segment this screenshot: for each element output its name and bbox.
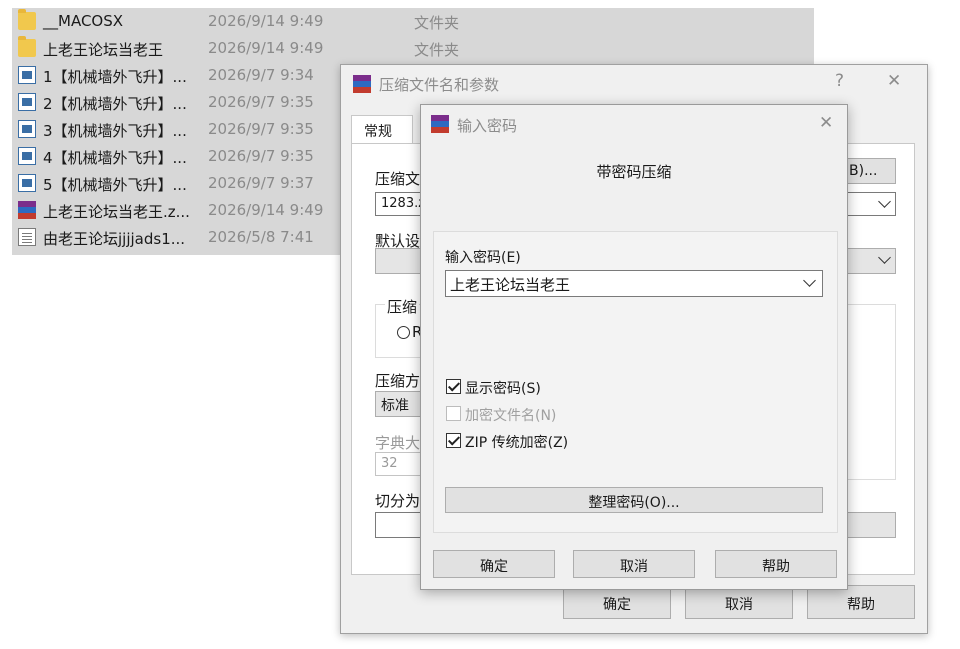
file-name: 3【机械墙外飞升】...	[43, 122, 187, 140]
encrypt-filenames-checkbox[interactable]	[446, 406, 461, 421]
file-row[interactable]: __MACOSX 2026/9/14 9:49 文件夹	[12, 8, 814, 35]
browse-button[interactable]: B)...	[846, 158, 896, 184]
document-icon	[18, 174, 36, 192]
document-icon	[18, 93, 36, 111]
document-icon	[18, 120, 36, 138]
document-icon	[18, 66, 36, 84]
password-cancel-button[interactable]: 取消	[573, 550, 695, 578]
winrar-archive-icon	[18, 201, 36, 219]
file-type: 文件夹	[414, 41, 460, 59]
password-value: 上老王论坛当老王	[450, 276, 571, 294]
organize-passwords-label: 整理密码(O)...	[588, 495, 680, 511]
file-name: __MACOSX	[43, 12, 124, 30]
file-type: 文件夹	[414, 14, 460, 32]
split-volumes-label: 切分为	[375, 492, 421, 510]
zip-legacy-encryption-label: ZIP 传统加密(Z)	[465, 435, 569, 451]
file-name: 由老王论坛jjjjads1...	[43, 230, 186, 248]
file-date: 2026/9/7 9:34	[208, 66, 314, 84]
password-label: 输入密码(E)	[445, 250, 521, 266]
split-volumes-right[interactable]	[846, 512, 896, 538]
file-name: 4【机械墙外飞升】...	[43, 149, 187, 167]
archive-dialog-titlebar: 压缩文件名和参数 ? ✕	[341, 65, 927, 99]
password-dialog-title: 输入密码	[457, 117, 518, 135]
chevron-down-icon	[878, 251, 891, 264]
password-dialog-titlebar: 输入密码 ✕	[421, 105, 847, 139]
password-help-button[interactable]: 帮助	[715, 550, 837, 578]
file-name: 2【机械墙外飞升】...	[43, 95, 187, 113]
file-date: 2026/9/7 9:35	[208, 93, 314, 111]
browse-button-label: B)...	[849, 163, 878, 179]
password-input[interactable]: 上老王论坛当老王	[445, 270, 823, 297]
text-file-icon	[18, 228, 36, 246]
archive-ok-label: 确定	[603, 597, 631, 613]
organize-passwords-button[interactable]: 整理密码(O)...	[445, 487, 823, 513]
compression-method-label: 压缩方	[375, 372, 421, 390]
help-icon[interactable]: ?	[835, 71, 844, 91]
encrypt-filenames-label: 加密文件名(N)	[465, 408, 557, 424]
show-password-checkbox[interactable]	[446, 379, 461, 394]
file-date: 2026/5/8 7:41	[208, 228, 314, 246]
folder-icon	[18, 9, 36, 30]
file-date: 2026/9/14 9:49	[208, 12, 324, 30]
password-help-label: 帮助	[762, 559, 790, 575]
format-radio[interactable]	[397, 326, 410, 339]
document-icon	[18, 147, 36, 165]
tab-general-label: 常规	[364, 124, 392, 140]
folder-icon	[18, 36, 36, 57]
archive-help-label: 帮助	[847, 597, 875, 613]
close-icon[interactable]: ✕	[887, 71, 901, 91]
archive-help-button[interactable]: 帮助	[807, 585, 915, 619]
file-name: 1【机械墙外飞升】...	[43, 68, 187, 86]
compression-method-value: 标准	[381, 398, 409, 414]
zip-legacy-encryption-checkbox[interactable]	[446, 433, 461, 448]
archive-dialog-title: 压缩文件名和参数	[379, 76, 500, 94]
dictionary-size-label: 字典大	[375, 434, 421, 452]
file-row[interactable]: 上老王论坛当老王 2026/9/14 9:49 文件夹	[12, 35, 814, 62]
file-date: 2026/9/7 9:35	[208, 120, 314, 138]
password-ok-label: 确定	[480, 559, 508, 575]
dictionary-size-value: 32	[381, 456, 398, 471]
password-ok-button[interactable]: 确定	[433, 550, 555, 578]
file-name: 5【机械墙外飞升】...	[43, 176, 187, 194]
archive-format-label: 压缩	[385, 296, 420, 317]
chevron-down-icon	[803, 274, 816, 287]
file-date: 2026/9/14 9:49	[208, 201, 324, 219]
archive-cancel-button[interactable]: 取消	[685, 585, 793, 619]
tab-general[interactable]: 常规	[351, 115, 413, 144]
password-dialog-heading: 带密码压缩	[596, 163, 672, 181]
options-group	[846, 304, 896, 480]
archive-name-value: 1283.z	[381, 196, 426, 211]
enter-password-dialog: 输入密码 ✕ 带密码压缩 输入密码(E) 上老王论坛当老王 显示密码(S) 加密…	[420, 104, 848, 590]
archive-name-label: 压缩文	[375, 170, 421, 188]
file-name: 上老王论坛当老王	[43, 41, 164, 59]
file-date: 2026/9/14 9:49	[208, 39, 324, 57]
file-name: 上老王论坛当老王.z...	[43, 203, 190, 221]
archive-ok-button[interactable]: 确定	[563, 585, 671, 619]
chevron-down-icon	[878, 195, 891, 208]
password-cancel-label: 取消	[620, 559, 648, 575]
close-icon[interactable]: ✕	[819, 113, 833, 133]
file-date: 2026/9/7 9:35	[208, 147, 314, 165]
archive-cancel-label: 取消	[725, 597, 753, 613]
winrar-icon	[353, 75, 371, 93]
winrar-icon	[431, 115, 449, 133]
show-password-label: 显示密码(S)	[465, 381, 541, 397]
file-date: 2026/9/7 9:37	[208, 174, 314, 192]
